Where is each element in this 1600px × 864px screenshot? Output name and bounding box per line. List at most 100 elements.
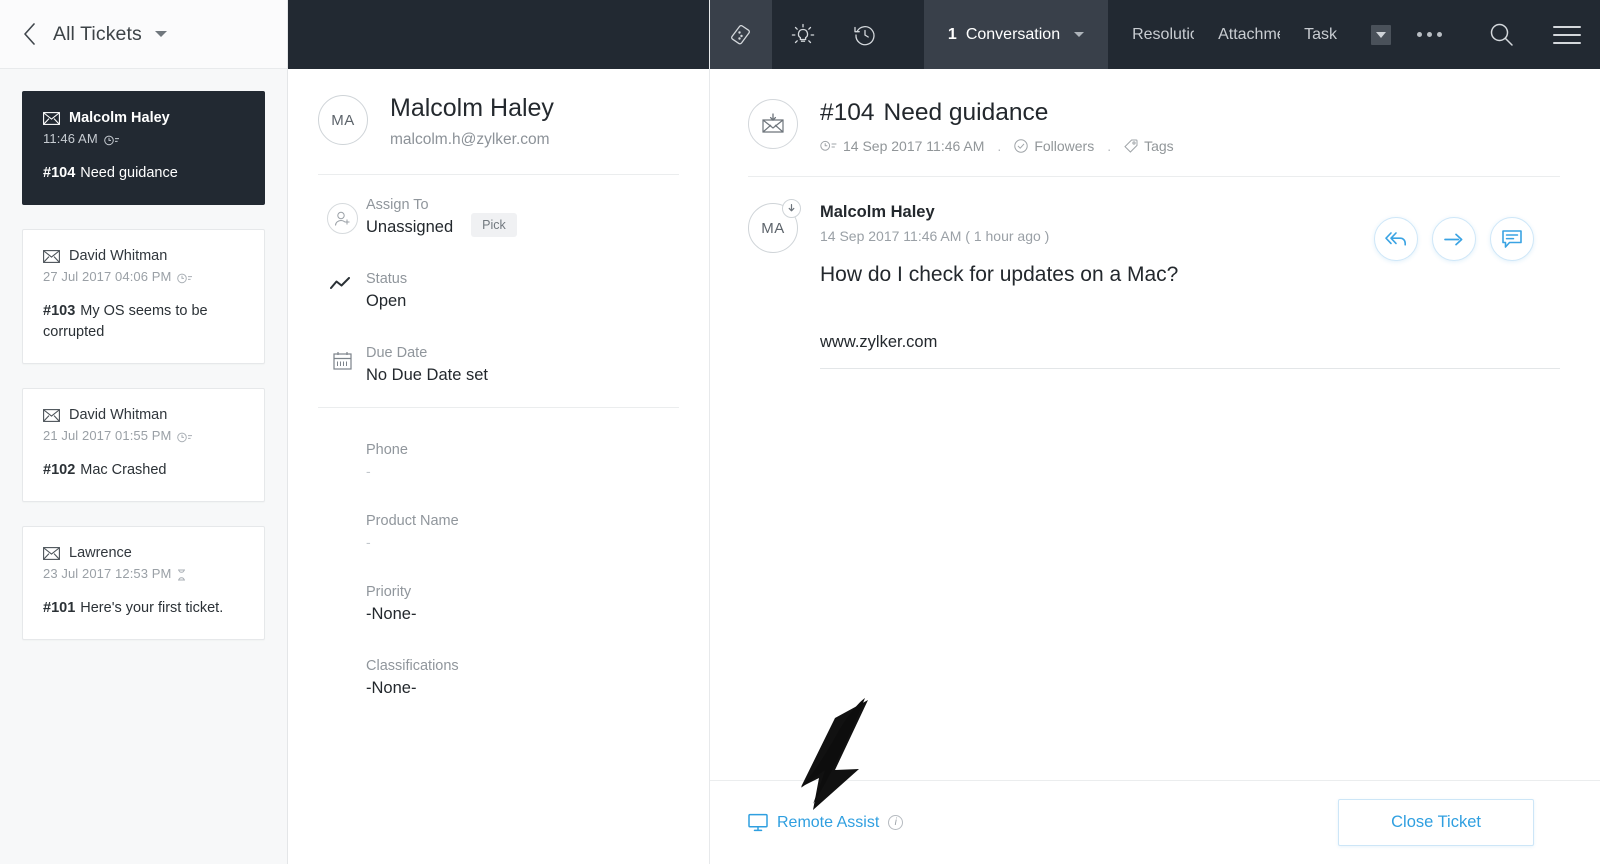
lightbulb-icon[interactable] <box>772 0 834 69</box>
clock-icon <box>103 133 119 146</box>
ticket-list[interactable]: Malcolm Haley 11:46 AM #104 Need guidance <box>0 69 287 864</box>
ticket-subject-line: #101 Here's your first ticket. <box>43 598 244 619</box>
list-item[interactable]: David Whitman 27 Jul 2017 04:06 PM #103 M… <box>22 229 265 365</box>
more-dots-icon[interactable] <box>1391 32 1468 37</box>
tabs-overflow-button[interactable] <box>1371 24 1391 45</box>
conversation-footer: Remote Assist i Close Ticket <box>710 780 1600 864</box>
field-label: Assign To <box>366 196 429 213</box>
ticket-subject: Need guidance <box>883 99 1049 126</box>
conversation-timestamp: 14 Sep 2017 11:46 AM <box>843 138 985 154</box>
comment-button[interactable] <box>1490 217 1534 261</box>
conversation-meta: 14 Sep 2017 11:46 AM . Followers . Tags <box>820 138 1560 154</box>
message-signature: www.zylker.com <box>820 333 938 351</box>
contact-email[interactable]: malcolm.h@zylker.com <box>390 131 554 149</box>
close-ticket-button[interactable]: Close Ticket <box>1338 799 1534 846</box>
ticket-number: #101 <box>43 600 76 617</box>
dot <box>1417 32 1422 37</box>
pick-button[interactable]: Pick <box>471 212 517 237</box>
conversation-panel: 1 Conversation Resolutio Attachme Task #… <box>710 0 1600 864</box>
field-body: Status Open <box>366 271 679 311</box>
info-icon[interactable]: i <box>888 815 904 830</box>
list-item[interactable]: Malcolm Haley 11:46 AM #104 Need guidance <box>22 91 265 206</box>
tag-icon[interactable] <box>1124 139 1138 153</box>
ticket-sidebar: All Tickets Malcolm Haley 11:46 AM #104 … <box>0 0 288 864</box>
dot <box>1437 32 1442 37</box>
history-icon[interactable] <box>834 0 896 69</box>
ticket-time: 11:46 AM <box>43 131 98 146</box>
caret-down-icon <box>1376 31 1386 38</box>
ticket-card-meta: 11:46 AM <box>43 131 244 146</box>
message-avatar-wrap: MA <box>748 199 801 369</box>
chevron-left-icon[interactable] <box>14 19 44 49</box>
field-label: Product Name <box>366 512 459 529</box>
field-value: - <box>366 533 371 550</box>
field-priority[interactable]: Priority -None- <box>318 550 679 624</box>
field-body: Classifications -None- <box>366 658 679 698</box>
field-product-name[interactable]: Product Name - <box>318 479 679 550</box>
details-content: MA Malcolm Haley malcolm.h@zylker.com As… <box>288 69 709 864</box>
field-assign-to[interactable]: Assign To Unassigned Pick <box>318 175 679 237</box>
ticket-details-panel: MA Malcolm Haley malcolm.h@zylker.com As… <box>288 0 710 864</box>
list-item[interactable]: Lawrence 23 Jul 2017 12:53 PM #101 Here's… <box>22 526 265 641</box>
email-icon <box>43 111 60 125</box>
field-label: Priority <box>366 583 412 600</box>
ticket-card-meta: 27 Jul 2017 04:06 PM <box>43 269 244 284</box>
field-body: Due Date No Due Date set <box>366 345 679 385</box>
clock-icon <box>820 140 837 152</box>
caret-down-icon[interactable] <box>154 31 167 37</box>
trend-icon <box>318 271 366 291</box>
tab-attachments[interactable]: Attachme <box>1194 0 1280 69</box>
ticket-contact-name: Lawrence <box>69 545 132 562</box>
top-navigation-bar: 1 Conversation Resolutio Attachme Task <box>710 0 1600 69</box>
dot <box>1427 32 1432 37</box>
hamburger-menu-icon[interactable] <box>1534 24 1600 46</box>
field-value: Unassigned <box>366 217 454 236</box>
field-body: Assign To Unassigned Pick <box>366 197 679 237</box>
sidebar-title[interactable]: All Tickets <box>53 23 142 46</box>
field-classifications[interactable]: Classifications -None- <box>318 624 679 698</box>
search-icon[interactable] <box>1468 21 1534 48</box>
ticket-time: 23 Jul 2017 12:53 PM <box>43 566 172 582</box>
list-item[interactable]: David Whitman 21 Jul 2017 01:55 PM #102 M… <box>22 388 265 503</box>
email-icon <box>43 408 60 422</box>
field-label: Status <box>366 270 408 287</box>
sidebar-header: All Tickets <box>0 0 287 69</box>
field-value: No Due Date set <box>366 365 488 384</box>
forward-button[interactable] <box>1432 217 1476 261</box>
tab-conversation[interactable]: 1 Conversation <box>923 0 1109 69</box>
ticket-card-meta: 21 Jul 2017 01:55 PM <box>43 428 244 443</box>
incoming-mail-icon <box>782 199 801 218</box>
clock-icon <box>177 271 193 284</box>
tab-task[interactable]: Task <box>1280 0 1361 69</box>
tab-resolution[interactable]: Resolutio <box>1108 0 1194 69</box>
field-phone[interactable]: Phone - <box>318 408 679 479</box>
ticket-contact-name: David Whitman <box>69 407 168 424</box>
helpdesk-app: All Tickets Malcolm Haley 11:46 AM #104 … <box>0 0 1600 864</box>
followers-label[interactable]: Followers <box>1034 138 1094 154</box>
caret-down-icon[interactable] <box>1074 32 1085 37</box>
ticket-subject-line: #104 Need guidance <box>43 163 244 184</box>
check-circle-icon[interactable] <box>1014 139 1029 153</box>
ticket-subject: Here's your first ticket. <box>80 600 224 617</box>
tab-label: Resolutio <box>1132 25 1195 43</box>
field-due-date[interactable]: Due Date No Due Date set <box>318 311 679 385</box>
tickets-icon[interactable] <box>710 0 772 69</box>
tab-badge-count: 1 <box>947 25 957 43</box>
tags-label[interactable]: Tags <box>1144 138 1174 154</box>
ticket-card-header: Malcolm Haley <box>43 110 244 126</box>
ticket-subject-line: #103 My OS seems to be corrupted <box>43 301 244 343</box>
field-status[interactable]: Status Open <box>318 237 679 311</box>
ticket-contact-name: David Whitman <box>69 248 168 265</box>
email-icon <box>43 249 60 263</box>
ticket-number: #102 <box>43 462 76 479</box>
contact-header: MA Malcolm Haley malcolm.h@zylker.com <box>318 94 679 149</box>
field-value: Open <box>366 291 407 310</box>
remote-assist-button[interactable]: Remote Assist i <box>748 813 904 832</box>
clock-icon <box>177 430 193 443</box>
ticket-subject: Need guidance <box>80 165 178 181</box>
tab-label: Task <box>1304 25 1337 43</box>
details-top-strip <box>288 0 709 69</box>
field-value: -None- <box>366 678 417 697</box>
reply-all-button[interactable] <box>1374 217 1418 261</box>
